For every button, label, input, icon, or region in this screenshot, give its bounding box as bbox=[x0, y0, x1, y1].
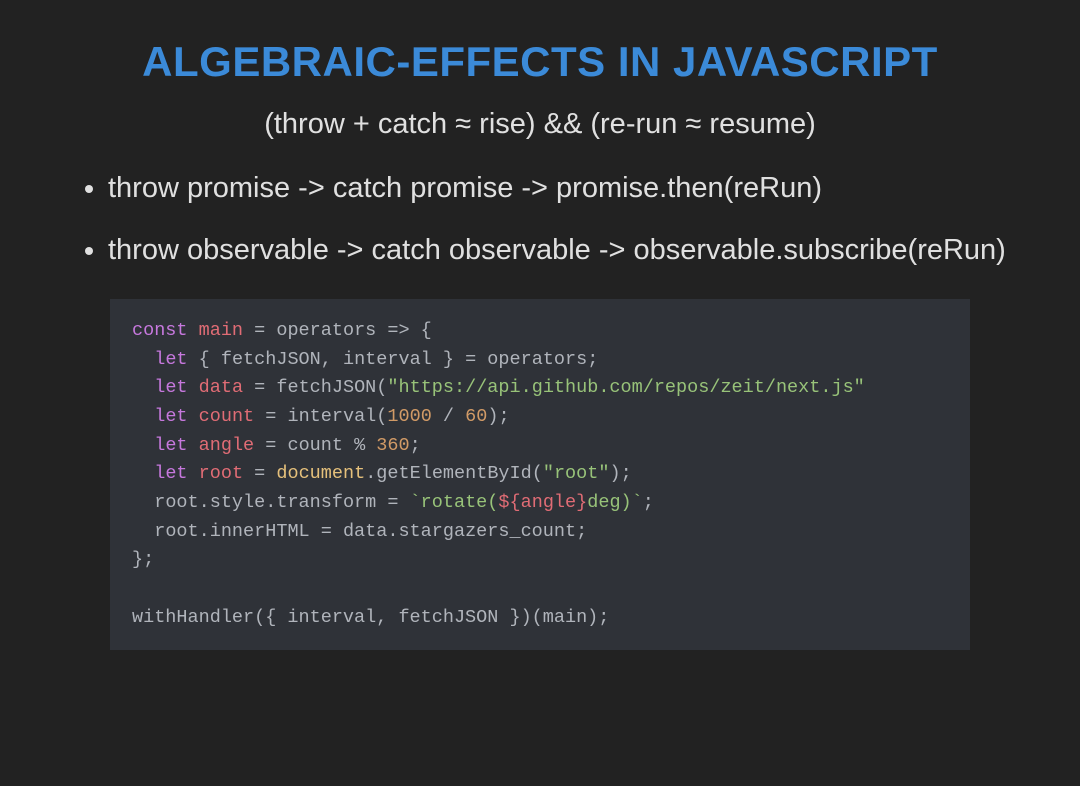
code-template: ` bbox=[410, 492, 421, 513]
code-identifier: angle bbox=[199, 435, 255, 456]
slide-title: ALGEBRAIC-EFFECTS IN JAVASCRIPT bbox=[70, 38, 1010, 86]
code-keyword: const bbox=[132, 320, 188, 341]
code-text: = fetchJSON( bbox=[243, 377, 387, 398]
code-keyword: let bbox=[154, 463, 187, 484]
code-template: rotate( bbox=[421, 492, 499, 513]
code-number: 360 bbox=[376, 435, 409, 456]
code-text: root.innerHTML = data.stargazers_count; bbox=[154, 521, 587, 542]
code-template: ` bbox=[632, 492, 643, 513]
code-text: ; bbox=[410, 435, 421, 456]
code-template-var: ${ bbox=[498, 492, 520, 513]
code-identifier: count bbox=[199, 406, 255, 427]
code-text: ); bbox=[487, 406, 509, 427]
code-text: { fetchJSON, interval } = operators; bbox=[199, 349, 599, 370]
code-text: = interval( bbox=[254, 406, 387, 427]
code-number: 60 bbox=[465, 406, 487, 427]
code-keyword: let bbox=[154, 406, 187, 427]
code-template-var: } bbox=[576, 492, 587, 513]
code-identifier: root bbox=[199, 463, 243, 484]
code-keyword: let bbox=[154, 377, 187, 398]
code-keyword: let bbox=[154, 435, 187, 456]
code-template-var: angle bbox=[521, 492, 577, 513]
bullet-list: throw promise -> catch promise -> promis… bbox=[70, 167, 1010, 271]
code-text: = bbox=[243, 463, 276, 484]
code-keyword: let bbox=[154, 349, 187, 370]
code-text: withHandler({ interval, fetchJSON })(mai… bbox=[132, 607, 609, 628]
list-item: throw promise -> catch promise -> promis… bbox=[108, 167, 1010, 209]
code-text: ); bbox=[609, 463, 631, 484]
code-text: = count % bbox=[254, 435, 376, 456]
code-identifier: data bbox=[199, 377, 243, 398]
code-text: / bbox=[432, 406, 465, 427]
code-identifier: main bbox=[199, 320, 243, 341]
code-number: 1000 bbox=[387, 406, 431, 427]
code-text: ; bbox=[643, 492, 654, 513]
code-text: = operators => { bbox=[243, 320, 432, 341]
code-object: document bbox=[276, 463, 365, 484]
code-string: "root" bbox=[543, 463, 610, 484]
code-text: }; bbox=[132, 549, 154, 570]
code-template: deg) bbox=[587, 492, 631, 513]
slide-subtitle: (throw + catch ≈ rise) && (re-run ≈ resu… bbox=[70, 108, 1010, 141]
list-item: throw observable -> catch observable -> … bbox=[108, 229, 1010, 271]
code-snippet: const main = operators => { let { fetchJ… bbox=[110, 299, 970, 650]
code-text: .getElementById( bbox=[365, 463, 543, 484]
code-text: root.style.transform = bbox=[154, 492, 409, 513]
code-string: "https://api.github.com/repos/zeit/next.… bbox=[387, 377, 864, 398]
